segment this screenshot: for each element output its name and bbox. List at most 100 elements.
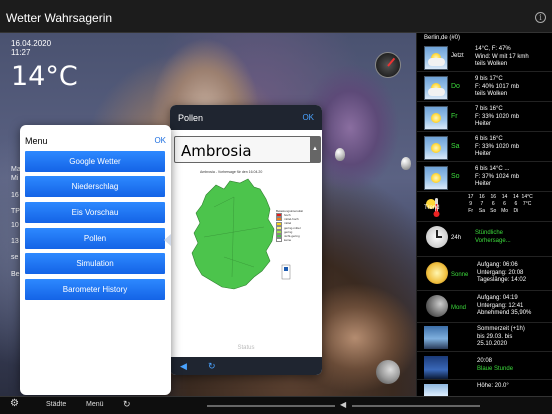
balloon-icon[interactable] — [401, 157, 411, 170]
weather-sunny-icon — [424, 136, 448, 160]
hourly-row[interactable]: 24h Stündliche Vorhersage... — [417, 223, 552, 257]
bottom-toolbar: ⚙ Städte Menü ↻ ◀ — [0, 396, 552, 414]
pollen-header: Pollen OK — [170, 105, 322, 130]
blue-hour-desc: 20:08 Blaue Stunde — [477, 358, 514, 372]
title-bar: Wetter Wahrsagerin i — [0, 0, 552, 33]
forecast-desc: 14°C, F: 47% Wind: W mit 17 kmh teils Wolk… — [475, 46, 529, 68]
current-temperature: 14°C — [11, 61, 78, 92]
forecast-panel: Berlin,de (#0) Jetzt 14°C, F: 47% Wind: W… — [416, 33, 552, 396]
menu-google-wetter-button[interactable]: Google Wetter — [25, 151, 165, 172]
forecast-day: Sa — [451, 143, 460, 150]
side-text: 16 — [11, 192, 19, 199]
trend-value: 6 — [491, 201, 495, 207]
weather-partly-cloudy-icon — [424, 46, 448, 70]
menu-pointer — [164, 234, 171, 246]
forecast-day: So — [451, 173, 460, 180]
prev-arrow-icon[interactable]: ◀ — [340, 400, 346, 409]
forecast-row-do[interactable]: Do 9 bis 17°C F: 40% 1017 mb teils Wolken — [417, 73, 552, 102]
trend-row[interactable]: Trend 17 16 16 14 14 14°C 9 7 6 6 6 7°C Fr Sa So Mo Di — [417, 193, 552, 222]
weather-partly-cloudy-icon — [424, 76, 448, 100]
forecast-row-so[interactable]: So 6 bis 14°C ... F: 37% 1024 mb Heiter — [417, 163, 552, 192]
hourly-desc: Stündliche Vorhersage... — [475, 230, 511, 244]
moon-row[interactable]: Mond Aufgang: 04:19 Untergang: 12:41 Abneh… — [417, 292, 552, 323]
menu-niederschlag-button[interactable]: Niederschlag — [25, 176, 165, 197]
side-text: se — [11, 254, 19, 261]
weather-sunny-icon — [424, 106, 448, 130]
pollen-title: Pollen — [178, 113, 204, 123]
moon-icon — [426, 295, 448, 317]
moon-icon[interactable] — [376, 360, 400, 384]
app-title: Wetter Wahrsagerin — [6, 11, 113, 25]
compass-icon[interactable] — [375, 52, 401, 78]
forecast-day: Do — [451, 83, 460, 90]
blue-hour-photo-icon — [424, 356, 448, 379]
current-date: 16.04.2020 — [11, 39, 52, 48]
pollen-footer: ◀ ↻ — [170, 357, 322, 375]
pollen-ok-button[interactable]: OK — [302, 113, 314, 122]
trend-value: 14 — [501, 194, 508, 200]
map-caption: Ambrosia - Vorhersage für den 16.04.20 — [200, 170, 263, 174]
sun-height-row[interactable]: Höhe: 20.0° — [417, 381, 552, 396]
side-text: TP — [11, 208, 20, 215]
current-time: 11:27 — [11, 48, 31, 57]
trend-label: Trend — [424, 205, 440, 211]
settings-icon[interactable]: ⚙ — [10, 398, 19, 409]
forecast-desc: 7 bis 16°C F: 33% 1020 mb Heiter — [475, 106, 520, 128]
app-window: Wetter Wahrsagerin i 16.04.2020 11:27 14… — [0, 0, 552, 414]
forecast-desc: 6 bis 16°C F: 33% 1020 mb Heiter — [475, 136, 520, 158]
hourly-label: 24h — [451, 235, 462, 241]
menu-eis-vorschau-button[interactable]: Eis Vorschau — [25, 202, 165, 223]
forecast-row-sa[interactable]: Sa 6 bis 16°C F: 33% 1020 mb Heiter — [417, 133, 552, 162]
staedte-button[interactable]: Städte — [46, 401, 66, 408]
clock-icon — [426, 226, 448, 248]
trend-value: 16 — [479, 194, 485, 200]
refresh-icon[interactable]: ↻ — [123, 399, 131, 410]
pollen-panel: Pollen OK Ambrosia ▲ Ambrosia - Vorhersa… — [170, 105, 322, 375]
forecast-day: Fr — [451, 113, 458, 120]
moon-label: Mond — [451, 305, 467, 311]
pollen-status: Status — [237, 345, 255, 351]
menu-title: Menu — [25, 136, 48, 146]
trend-value: 14°C — [521, 194, 533, 200]
menu-barometer-history-button[interactable]: Barometer History — [25, 279, 165, 300]
pollen-type-select[interactable]: Ambrosia ▲ — [174, 136, 321, 163]
menu-pollen-button[interactable]: Pollen — [25, 228, 165, 249]
menue-button[interactable]: Menü — [86, 401, 104, 408]
forecast-row-fr[interactable]: Fr 7 bis 16°C F: 33% 1020 mb Heiter — [417, 103, 552, 132]
timeline-slider[interactable] — [207, 405, 335, 407]
sun-row[interactable]: Sonne Aufgang: 06:06 Untergang: 20:08 Tage… — [417, 259, 552, 291]
city-photo-icon — [424, 326, 448, 349]
trend-value: 6 — [503, 201, 506, 207]
forecast-row-now[interactable]: Jetzt 14°C, F: 47% Wind: W mit 17 kmh teil… — [417, 43, 552, 72]
trend-value: Sa — [478, 208, 485, 214]
moon-desc: Aufgang: 04:19 Untergang: 12:41 Abnehmend … — [477, 295, 532, 317]
trend-value: 9 — [469, 201, 473, 207]
forecast-desc: 6 bis 14°C ... F: 37% 1024 mb Heiter — [475, 166, 520, 188]
forecast-day: Jetzt — [451, 53, 464, 59]
blue-hour-row[interactable]: 20:08 Blaue Stunde — [417, 353, 552, 380]
map-legend: Belastungsintensität hoch mittel-hoch mitt… — [276, 209, 303, 243]
sun-height-desc: Höhe: 20.0° — [477, 383, 509, 389]
summer-time-row[interactable]: Sommerzeit (+1h) bis 29.03. bis 25.10.2020 — [417, 323, 552, 352]
sun-label: Sonne — [451, 272, 469, 278]
menu-simulation-button[interactable]: Simulation — [25, 253, 165, 274]
trend-value: 16 — [490, 194, 497, 200]
side-text: Mi — [11, 175, 19, 182]
sun-icon — [426, 262, 448, 284]
menu-ok-button[interactable]: OK — [154, 136, 166, 145]
play-icon[interactable]: ◀ — [180, 361, 187, 372]
trend-value: 6 — [514, 201, 518, 207]
select-arrow-icon: ▲ — [310, 137, 320, 162]
summer-time-desc: Sommerzeit (+1h) bis 29.03. bis 25.10.2020 — [477, 326, 525, 348]
balloon-icon[interactable] — [335, 148, 345, 161]
side-text: Be — [11, 271, 20, 278]
refresh-icon[interactable]: ↻ — [208, 361, 216, 372]
forecast-desc: 9 bis 17°C F: 40% 1017 mb teils Wolken — [475, 76, 520, 98]
trend-value: Fr — [468, 208, 474, 214]
location-label: Berlin,de (#0) — [424, 35, 461, 41]
weather-sunny-icon — [424, 166, 448, 190]
legend-item: keine — [276, 238, 303, 243]
sky-photo-icon — [424, 384, 448, 396]
info-icon[interactable]: i — [535, 12, 546, 23]
timeline-slider-right[interactable] — [352, 405, 480, 407]
